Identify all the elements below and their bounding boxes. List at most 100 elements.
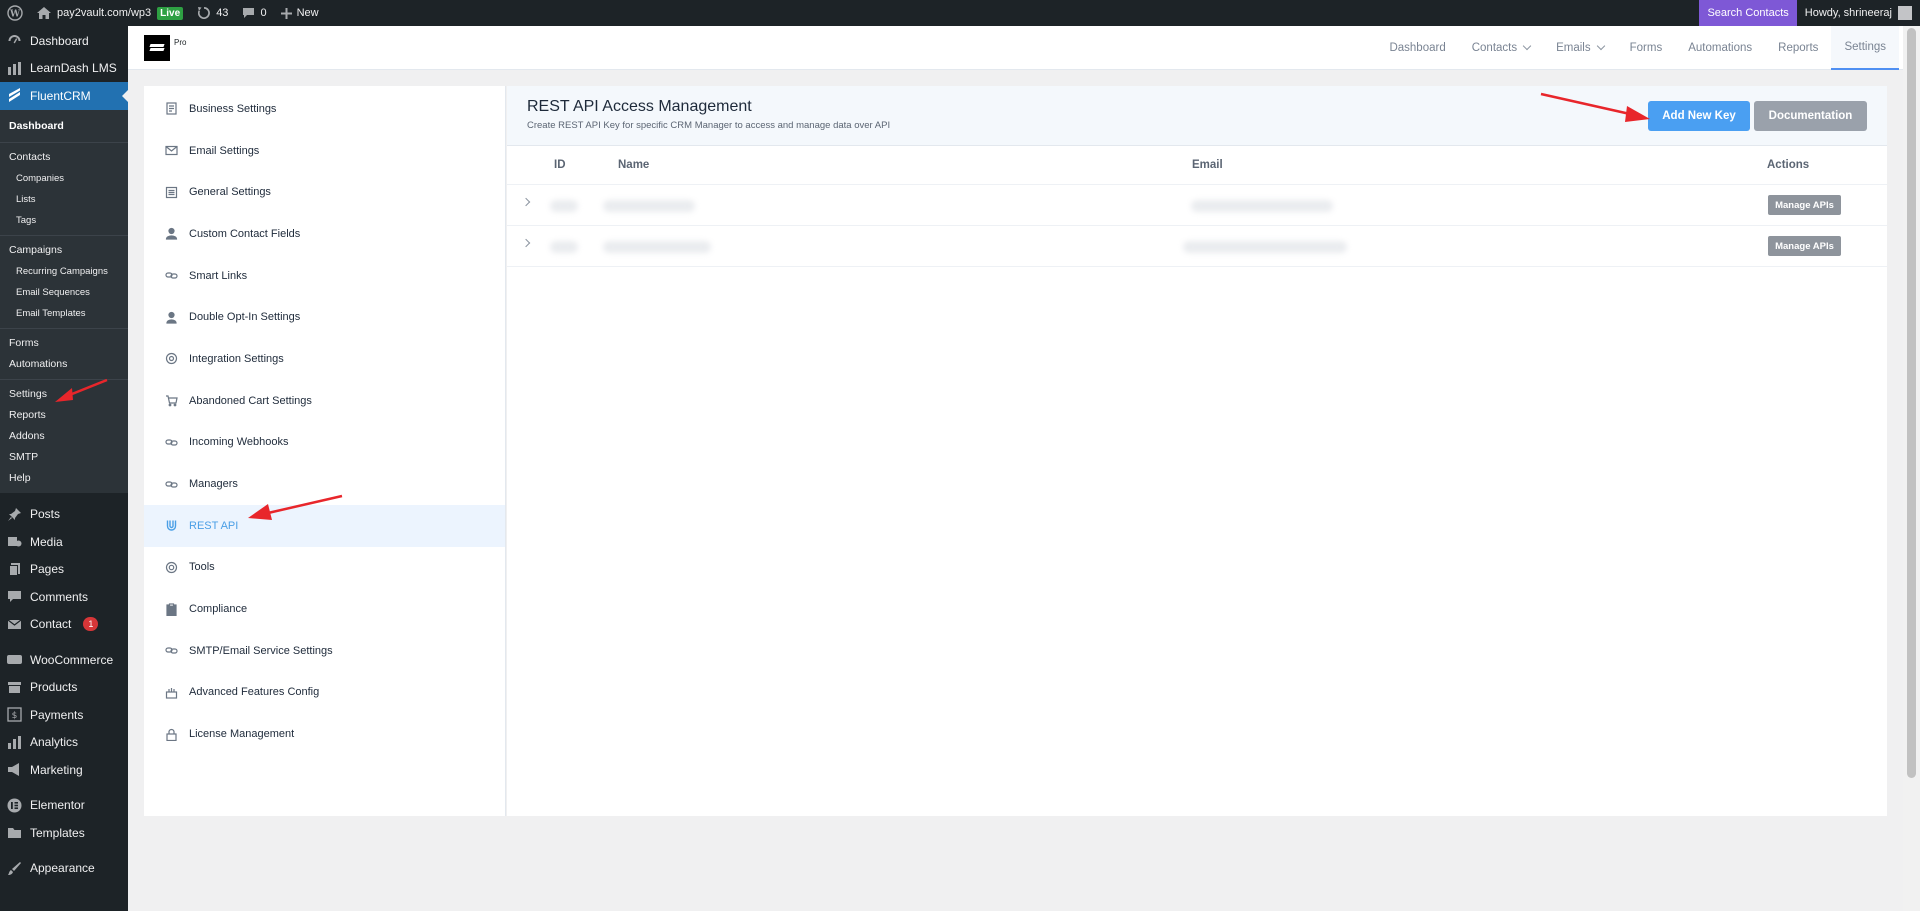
site-name-link[interactable]: pay2vault.com/wp3 Live (30, 0, 190, 26)
menu-fluentcrm[interactable]: FluentCRM (0, 82, 128, 110)
plus-icon (280, 7, 292, 19)
submenu-divider (0, 234, 128, 236)
submenu-help[interactable]: Help (0, 468, 128, 489)
expand-row-icon[interactable] (521, 197, 531, 207)
settings-double-optin[interactable]: Double Opt-In Settings (144, 296, 505, 338)
redacted-name (603, 200, 695, 212)
submenu-divider (0, 378, 128, 380)
submenu-contacts[interactable]: Contacts (0, 147, 128, 168)
submenu-dashboard[interactable]: Dashboard (0, 114, 128, 138)
submenu-email-templates[interactable]: Email Templates (0, 303, 128, 324)
wordpress-logo-icon[interactable]: W (0, 0, 30, 26)
svg-text:W: W (9, 10, 21, 20)
main-nav: Dashboard Contacts Emails Forms Automati… (1376, 25, 1899, 70)
nav-settings[interactable]: Settings (1831, 25, 1899, 70)
submenu-campaigns[interactable]: Campaigns (0, 240, 128, 261)
fluentcrm-logo[interactable] (144, 34, 170, 61)
comment-icon (6, 589, 22, 605)
expand-row-icon[interactable] (521, 238, 531, 248)
menu-contact[interactable]: Contact 1 (0, 611, 128, 639)
menu-analytics[interactable]: Analytics (0, 729, 128, 757)
settings-smart-links[interactable]: Smart Links (144, 255, 505, 297)
menu-templates[interactable]: Templates (0, 819, 128, 847)
nav-reports[interactable]: Reports (1765, 26, 1831, 70)
settings-incoming-webhooks[interactable]: Incoming Webhooks (144, 422, 505, 464)
nav-forms[interactable]: Forms (1617, 26, 1676, 70)
media-icon (6, 534, 22, 550)
smtp-icon (164, 644, 178, 658)
menu-marketing[interactable]: Marketing (0, 756, 128, 784)
menu-woocommerce[interactable]: WooCommerce (0, 646, 128, 674)
nav-automations[interactable]: Automations (1675, 26, 1765, 70)
settings-abandoned-cart-label: Abandoned Cart Settings (189, 394, 312, 407)
settings-advanced-features[interactable]: Advanced Features Config (144, 672, 505, 714)
redacted-email (1191, 200, 1333, 212)
menu-posts[interactable]: Posts (0, 501, 128, 529)
menu-comments[interactable]: Comments (0, 583, 128, 611)
menu-contact-label: Contact (30, 617, 72, 632)
column-actions: Actions (1767, 159, 1810, 171)
manage-apis-button[interactable]: Manage APIs (1768, 195, 1841, 215)
menu-media[interactable]: Media (0, 528, 128, 556)
nav-contacts-label: Contacts (1471, 41, 1518, 54)
settings-managers[interactable]: Managers (144, 463, 505, 505)
settings-email[interactable]: Email Settings (144, 130, 505, 172)
settings-tools[interactable]: Tools (144, 547, 505, 589)
nav-dashboard[interactable]: Dashboard (1376, 26, 1458, 70)
submenu-companies[interactable]: Companies (0, 168, 128, 189)
settings-rest-api[interactable]: REST API (144, 504, 505, 547)
nav-dashboard-label: Dashboard (1389, 41, 1446, 54)
paintbrush-icon (6, 860, 22, 876)
settings-smtp-label: SMTP/Email Service Settings (189, 644, 333, 657)
settings-business[interactable]: Business Settings (144, 88, 505, 130)
menu-learndash-label: LearnDash LMS (30, 61, 117, 76)
folder-icon (6, 825, 22, 841)
comments-link[interactable]: 0 (235, 0, 273, 26)
nav-emails[interactable]: Emails (1543, 26, 1617, 70)
submenu-automations[interactable]: Automations (0, 354, 128, 375)
submenu-tags[interactable]: Tags (0, 210, 128, 231)
menu-products[interactable]: Products (0, 674, 128, 702)
settings-compliance-label: Compliance (189, 603, 248, 616)
tools-icon (164, 560, 178, 574)
menu-learndash[interactable]: LearnDash LMS (0, 55, 128, 83)
page-scrollbar[interactable] (1903, 26, 1920, 911)
submenu-email-sequences[interactable]: Email Sequences (0, 282, 128, 303)
submenu-reports[interactable]: Reports (0, 405, 128, 426)
account-menu[interactable]: Howdy, shrineeraj (1797, 0, 1920, 26)
submenu-lists[interactable]: Lists (0, 189, 128, 210)
new-content-link[interactable]: New (274, 0, 326, 26)
nav-contacts[interactable]: Contacts (1459, 26, 1543, 70)
submenu-addons[interactable]: Addons (0, 426, 128, 447)
settings-custom-fields[interactable]: Custom Contact Fields (144, 213, 505, 255)
managers-icon (164, 477, 178, 491)
submenu-smtp[interactable]: SMTP (0, 447, 128, 468)
menu-payments[interactable]: $ Payments (0, 701, 128, 729)
settings-integration[interactable]: Integration Settings (144, 338, 505, 380)
menu-analytics-label: Analytics (30, 735, 79, 750)
menu-appearance[interactable]: Appearance (0, 855, 128, 883)
add-new-key-button[interactable]: Add New Key (1648, 101, 1750, 131)
submenu-forms[interactable]: Forms (0, 333, 128, 354)
documentation-button[interactable]: Documentation (1754, 101, 1867, 131)
manage-apis-button[interactable]: Manage APIs (1768, 236, 1841, 256)
menu-dashboard[interactable]: Dashboard (0, 27, 128, 55)
settings-integration-label: Integration Settings (189, 352, 284, 365)
settings-compliance[interactable]: Compliance (144, 588, 505, 630)
avatar (1898, 6, 1912, 20)
settings-general-label: General Settings (189, 186, 271, 199)
settings-custom-fields-label: Custom Contact Fields (189, 227, 301, 240)
settings-smtp[interactable]: SMTP/Email Service Settings (144, 630, 505, 672)
scrollbar-thumb[interactable] (1907, 28, 1916, 778)
svg-text:$: $ (11, 711, 17, 721)
submenu-settings[interactable]: Settings (0, 384, 128, 405)
settings-license[interactable]: License Management (144, 713, 505, 755)
settings-general[interactable]: General Settings (144, 171, 505, 213)
settings-abandoned-cart[interactable]: Abandoned Cart Settings (144, 380, 505, 422)
updates-link[interactable]: 43 (190, 0, 235, 26)
submenu-recurring-campaigns[interactable]: Recurring Campaigns (0, 261, 128, 282)
menu-elementor[interactable]: Elementor (0, 792, 128, 820)
menu-pages[interactable]: Pages (0, 556, 128, 584)
search-contacts-button[interactable]: Search Contacts (1699, 0, 1797, 26)
settings-email-label: Email Settings (189, 144, 260, 157)
